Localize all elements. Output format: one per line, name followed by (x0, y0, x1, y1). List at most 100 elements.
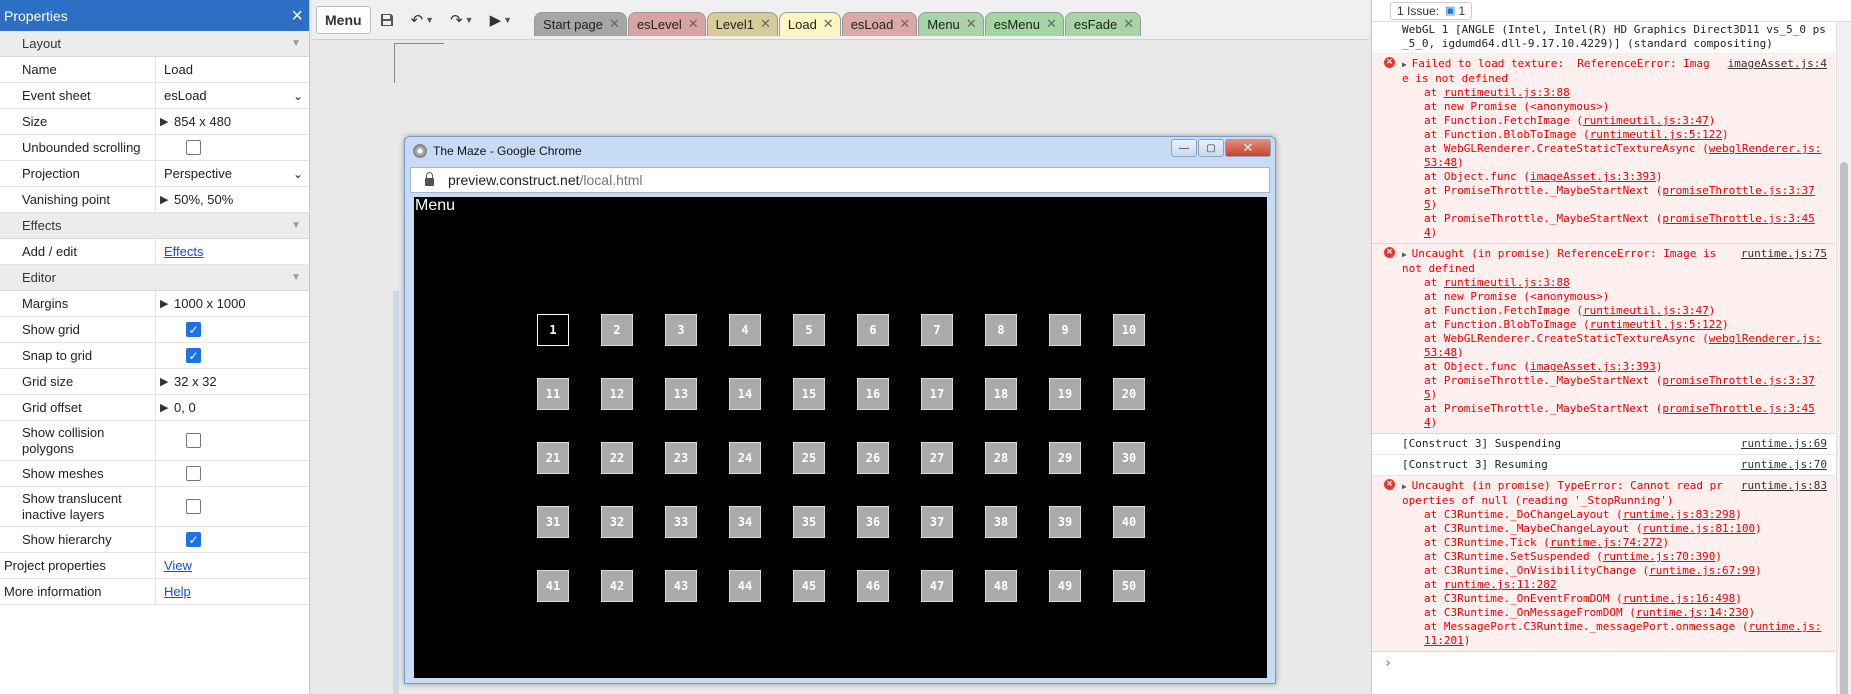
frame-location-link[interactable]: runtime.js:16:498 (1623, 592, 1736, 605)
frame-location-link[interactable]: runtime.js:81:100 (1643, 522, 1756, 535)
expand-triangle-icon[interactable]: ▶ (160, 375, 174, 388)
level-button[interactable]: 12 (601, 378, 633, 410)
close-tab-icon[interactable]: ✕ (899, 16, 910, 32)
level-button[interactable]: 50 (1113, 570, 1145, 602)
undo-icon[interactable]: ↶ ▼ (403, 6, 443, 34)
frame-location-link[interactable]: runtime.js:11:282 (1444, 578, 1557, 591)
help-link[interactable]: Help (164, 584, 191, 599)
level-button[interactable]: 42 (601, 570, 633, 602)
scrollbar-thumb[interactable] (1840, 162, 1848, 694)
save-icon[interactable] (371, 6, 403, 34)
level-button[interactable]: 32 (601, 506, 633, 538)
level-button[interactable]: 30 (1113, 442, 1145, 474)
tab-esload[interactable]: esLoad ✕ (841, 11, 918, 36)
show-grid-checkbox[interactable]: ✓ (186, 322, 201, 337)
close-tab-icon[interactable]: ✕ (966, 16, 977, 32)
console-scrollbar[interactable] (1836, 22, 1851, 694)
close-tab-icon[interactable]: ✕ (1123, 16, 1134, 32)
expand-triangle-icon[interactable]: ▶ (1402, 482, 1412, 491)
tab-esfade[interactable]: esFade ✕ (1064, 11, 1142, 36)
level-button[interactable]: 23 (665, 442, 697, 474)
close-tab-icon[interactable]: ✕ (823, 16, 834, 32)
level-button[interactable]: 40 (1113, 506, 1145, 538)
grid-size-field[interactable]: ▶ 32 x 32 (156, 369, 309, 394)
level-button[interactable]: 44 (729, 570, 761, 602)
redo-icon[interactable]: ↷ ▼ (442, 6, 482, 34)
level-button[interactable]: 14 (729, 378, 761, 410)
level-button[interactable]: 41 (537, 570, 569, 602)
frame-location-link[interactable]: runtimeutil.js:3:47 (1583, 304, 1709, 317)
play-icon[interactable]: ▶ ▼ (482, 6, 520, 34)
level-button[interactable]: 9 (1049, 314, 1081, 346)
source-link[interactable]: imageAsset.js:4 (1728, 57, 1827, 86)
tab-menu[interactable]: Menu ✕ (918, 11, 984, 36)
level-button[interactable]: 36 (857, 506, 889, 538)
level-button[interactable]: 34 (729, 506, 761, 538)
address-bar[interactable]: preview.construct.net/local.html (410, 167, 1270, 193)
size-field[interactable]: ▶ 854 x 480 (156, 109, 309, 134)
section-effects[interactable]: Effects ▼ (0, 213, 309, 239)
level-button[interactable]: 46 (857, 570, 889, 602)
view-link[interactable]: View (164, 558, 192, 573)
level-button[interactable]: 25 (793, 442, 825, 474)
level-button[interactable]: 21 (537, 442, 569, 474)
frame-location-link[interactable]: runtimeutil.js:3:88 (1444, 86, 1570, 99)
frame-location-link[interactable]: runtime.js:74:272 (1550, 536, 1663, 549)
frame-location-link[interactable]: runtime.js:83:298 (1623, 508, 1736, 521)
level-button[interactable]: 20 (1113, 378, 1145, 410)
level-button[interactable]: 16 (857, 378, 889, 410)
close-tab-icon[interactable]: ✕ (609, 16, 620, 32)
level-button[interactable]: 22 (601, 442, 633, 474)
level-button[interactable]: 7 (921, 314, 953, 346)
meshes-checkbox[interactable] (186, 466, 201, 482)
expand-triangle-icon[interactable]: ▶ (160, 115, 174, 128)
minimize-icon[interactable]: — (1171, 139, 1197, 157)
level-button[interactable]: 18 (985, 378, 1017, 410)
level-button[interactable]: 26 (857, 442, 889, 474)
expand-triangle-icon[interactable]: ▶ (1402, 250, 1412, 259)
level-button[interactable]: 45 (793, 570, 825, 602)
level-button[interactable]: 19 (1049, 378, 1081, 410)
effects-link[interactable]: Effects (164, 244, 204, 259)
level-button[interactable]: 1 (537, 314, 569, 346)
level-button[interactable]: 29 (1049, 442, 1081, 474)
level-button[interactable]: 24 (729, 442, 761, 474)
name-field[interactable]: Load (156, 57, 309, 82)
close-window-icon[interactable]: ✕ (1225, 139, 1271, 157)
level-button[interactable]: 37 (921, 506, 953, 538)
tab-esmenu[interactable]: esMenu ✕ (984, 11, 1064, 36)
console-prompt[interactable]: › (1372, 652, 1835, 671)
collapse-arrow-icon[interactable]: ▼ (291, 272, 301, 283)
level-button[interactable]: 13 (665, 378, 697, 410)
collision-checkbox[interactable] (186, 433, 201, 449)
grid-offset-field[interactable]: ▶ 0, 0 (156, 395, 309, 420)
source-link[interactable]: runtime.js:75 (1741, 247, 1827, 276)
level-button[interactable]: 6 (857, 314, 889, 346)
level-button[interactable]: 33 (665, 506, 697, 538)
frame-location-link[interactable]: runtimeutil.js:3:47 (1583, 114, 1709, 127)
margins-field[interactable]: ▶ 1000 x 1000 (156, 291, 309, 316)
frame-location-link[interactable]: runtimeutil.js:5:122 (1590, 128, 1722, 141)
vanishing-field[interactable]: ▶ 50%, 50% (156, 187, 309, 212)
level-button[interactable]: 11 (537, 378, 569, 410)
close-tab-icon[interactable]: ✕ (1046, 16, 1057, 32)
game-canvas[interactable]: Menu 1 2 3 4 5 6 7 8 9 10 11 12 13 14 15 16 17 18 19 20 21 22… (414, 197, 1267, 678)
collapse-arrow-icon[interactable]: ▼ (291, 38, 301, 49)
level-button[interactable]: 10 (1113, 314, 1145, 346)
event-sheet-select[interactable]: esLoad ⌄ (156, 83, 309, 108)
frame-location-link[interactable]: imageAsset.js:3:393 (1530, 170, 1656, 183)
frame-location-link[interactable]: runtime.js:67:99 (1649, 564, 1755, 577)
expand-triangle-icon[interactable]: ▶ (160, 297, 174, 310)
tab-level1[interactable]: Level1 ✕ (706, 11, 778, 36)
translucent-checkbox[interactable] (186, 499, 201, 515)
level-button[interactable]: 38 (985, 506, 1017, 538)
expand-triangle-icon[interactable]: ▶ (160, 193, 174, 206)
source-link[interactable]: runtime.js:83 (1741, 479, 1827, 508)
source-link[interactable]: runtime.js:69 (1741, 437, 1827, 451)
frame-location-link[interactable]: runtimeutil.js:3:88 (1444, 276, 1570, 289)
level-button[interactable]: 35 (793, 506, 825, 538)
tab-load[interactable]: Load ✕ (778, 11, 841, 36)
close-tab-icon[interactable]: ✕ (688, 16, 699, 32)
issues-button[interactable]: 1 Issue: ▣ 1 (1390, 1, 1473, 20)
level-button[interactable]: 5 (793, 314, 825, 346)
